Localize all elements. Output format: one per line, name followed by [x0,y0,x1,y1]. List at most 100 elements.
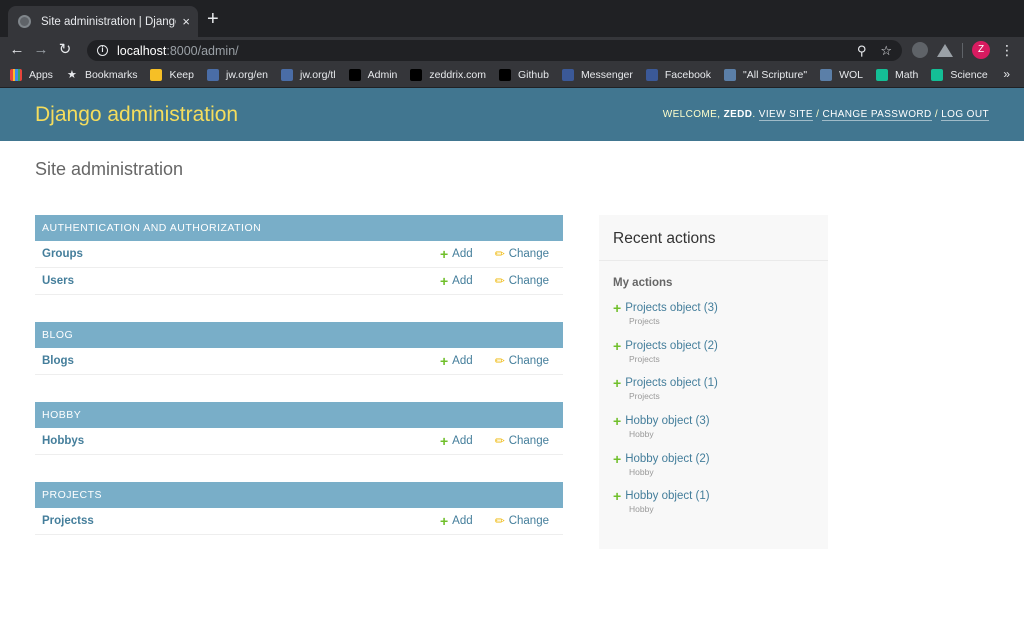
recent-action-link[interactable]: Projects object (1) [625,377,718,389]
addition-icon: + [613,413,622,430]
bookmark-item[interactable]: Science [931,69,988,81]
browser-tab[interactable]: Site administration | Django site × [8,6,198,37]
view-site-link[interactable]: View site [758,109,813,121]
bookmark-label: Keep [169,69,194,81]
star-icon[interactable]: ☆ [880,43,892,59]
toolbar-divider [962,43,963,58]
recent-action-item: + Projects object (2) Projects [613,337,814,378]
user-tools: Welcome, Zedd. View site / Change passwo… [662,109,989,121]
profile-avatar[interactable]: Z [972,41,990,59]
change-link[interactable]: ✏ Change [495,274,549,288]
bookmark-item[interactable]: jw.org/en [206,69,268,81]
pencil-icon: ✏ [494,354,505,368]
my-actions-heading: My actions [613,277,673,289]
bookmark-label: Admin [367,69,398,81]
pencil-icon: ✏ [494,274,505,288]
bookmark-item[interactable]: zeddrix.com [410,69,486,81]
extension-icon[interactable] [912,42,928,58]
back-arrow-icon[interactable]: ← [5,39,29,61]
address-bar[interactable]: i localhost:8000/admin/ ⚲ ☆ [87,40,902,61]
app-caption[interactable]: Projects [35,482,563,508]
recent-action-link[interactable]: Projects object (3) [625,302,718,314]
bookmark-item[interactable]: Facebook [645,69,712,81]
addition-icon: + [613,337,622,354]
app-module: Blog Blogs + Add ✏ Change [35,322,563,375]
star-icon: ★ [65,69,78,81]
plus-icon: + [439,433,449,449]
recent-action-type: Hobby [629,466,654,477]
browser-toolbar: ← → ↻ i localhost:8000/admin/ ⚲ ☆ Z ⋮ [0,37,1024,63]
close-icon[interactable]: × [182,14,190,29]
bookmark-label: "All Scripture" [743,69,808,81]
addition-icon: + [613,375,622,392]
facebook-icon [561,69,574,81]
bookmark-label: Math [895,69,919,81]
add-link[interactable]: + Add [439,433,473,449]
addition-icon: + [613,300,622,316]
recent-action-link[interactable]: Hobby object (1) [625,490,709,502]
recent-action-type: Projects [629,316,660,326]
change-password-link[interactable]: Change password [822,109,932,121]
bookmarks-bar: Apps ★ Bookmarks Keep jw.org/en jw.org/tl Admi… [0,63,1024,88]
url-text[interactable]: localhost:8000/admin/ [117,44,239,58]
add-label: Add [452,355,473,367]
bookmark-label: Github [518,69,549,81]
site-header: Django administration Welcome, Zedd. Vie… [0,88,1024,141]
bookmark-item[interactable]: Github [499,69,549,81]
model-link[interactable]: Hobbys [42,435,440,447]
tab-title: Site administration | Django site [41,15,176,28]
change-link[interactable]: ✏ Change [495,434,549,448]
bookmarks-overflow-icon[interactable]: » [1003,67,1010,81]
welcome-text: Welcome, [662,109,724,120]
recent-action-link[interactable]: Hobby object (3) [625,415,709,427]
forward-arrow-icon[interactable]: → [29,39,53,61]
app-caption[interactable]: Authentication and Authorization [35,215,563,241]
bookmark-item[interactable]: Messenger [561,69,633,81]
change-link[interactable]: ✏ Change [495,354,549,368]
bookmark-item[interactable]: Keep [150,69,194,81]
change-link[interactable]: ✏ Change [495,514,549,528]
bookmark-item[interactable]: Admin [348,69,398,81]
bookmark-item[interactable]: Math [876,69,918,81]
plus-icon: + [439,353,449,369]
model-link[interactable]: Blogs [42,355,440,367]
reload-icon[interactable]: ↻ [53,39,77,61]
add-link[interactable]: + Add [439,273,473,289]
recent-action-item: + Projects object (3) Projects [613,300,814,340]
bookmark-item[interactable]: "All Scripture" [724,69,807,81]
model-link[interactable]: Projectss [42,515,440,527]
recent-action-link[interactable]: Hobby object (2) [625,453,709,465]
zeddrix-icon [410,69,423,81]
plus-icon: + [439,273,449,289]
bookmark-label: Facebook [664,69,712,81]
facebook-icon [645,69,658,81]
bookmark-item[interactable]: ★ Bookmarks [65,69,137,81]
change-link[interactable]: ✏ Change [495,247,549,261]
add-label: Add [452,248,473,260]
add-label: Add [452,435,473,447]
menu-dots-icon[interactable]: ⋮ [1000,40,1014,60]
site-branding[interactable]: Django administration [35,103,238,127]
app-caption[interactable]: Blog [35,322,563,348]
log-out-link[interactable]: Log out [941,109,989,121]
bookmark-label: Apps [29,69,53,81]
new-tab-button[interactable]: + [207,7,219,31]
bookmark-item[interactable]: jw.org/tl [281,69,336,81]
app-module: Hobby Hobbys + Add ✏ Change [35,402,563,455]
recent-action-link[interactable]: Projects object (2) [625,340,718,352]
model-row: Users + Add ✏ Change [35,268,563,295]
add-link[interactable]: + Add [440,514,473,528]
zoom-icon[interactable]: ⚲ [857,43,867,59]
model-link[interactable]: Users [42,275,440,287]
app-caption[interactable]: Hobby [35,402,563,428]
model-link[interactable]: Groups [42,248,440,260]
add-link[interactable]: + Add [440,247,473,261]
add-link[interactable]: + Add [439,353,473,369]
zeddrix-icon [348,69,361,81]
bookmark-item[interactable]: Apps [10,69,53,81]
drive-icon[interactable] [937,44,953,57]
bookmark-item[interactable]: WOL [820,69,863,81]
info-icon[interactable]: i [97,45,108,56]
change-label: Change [508,248,549,260]
app-list: Authentication and Authorization Groups + A… [35,215,563,562]
